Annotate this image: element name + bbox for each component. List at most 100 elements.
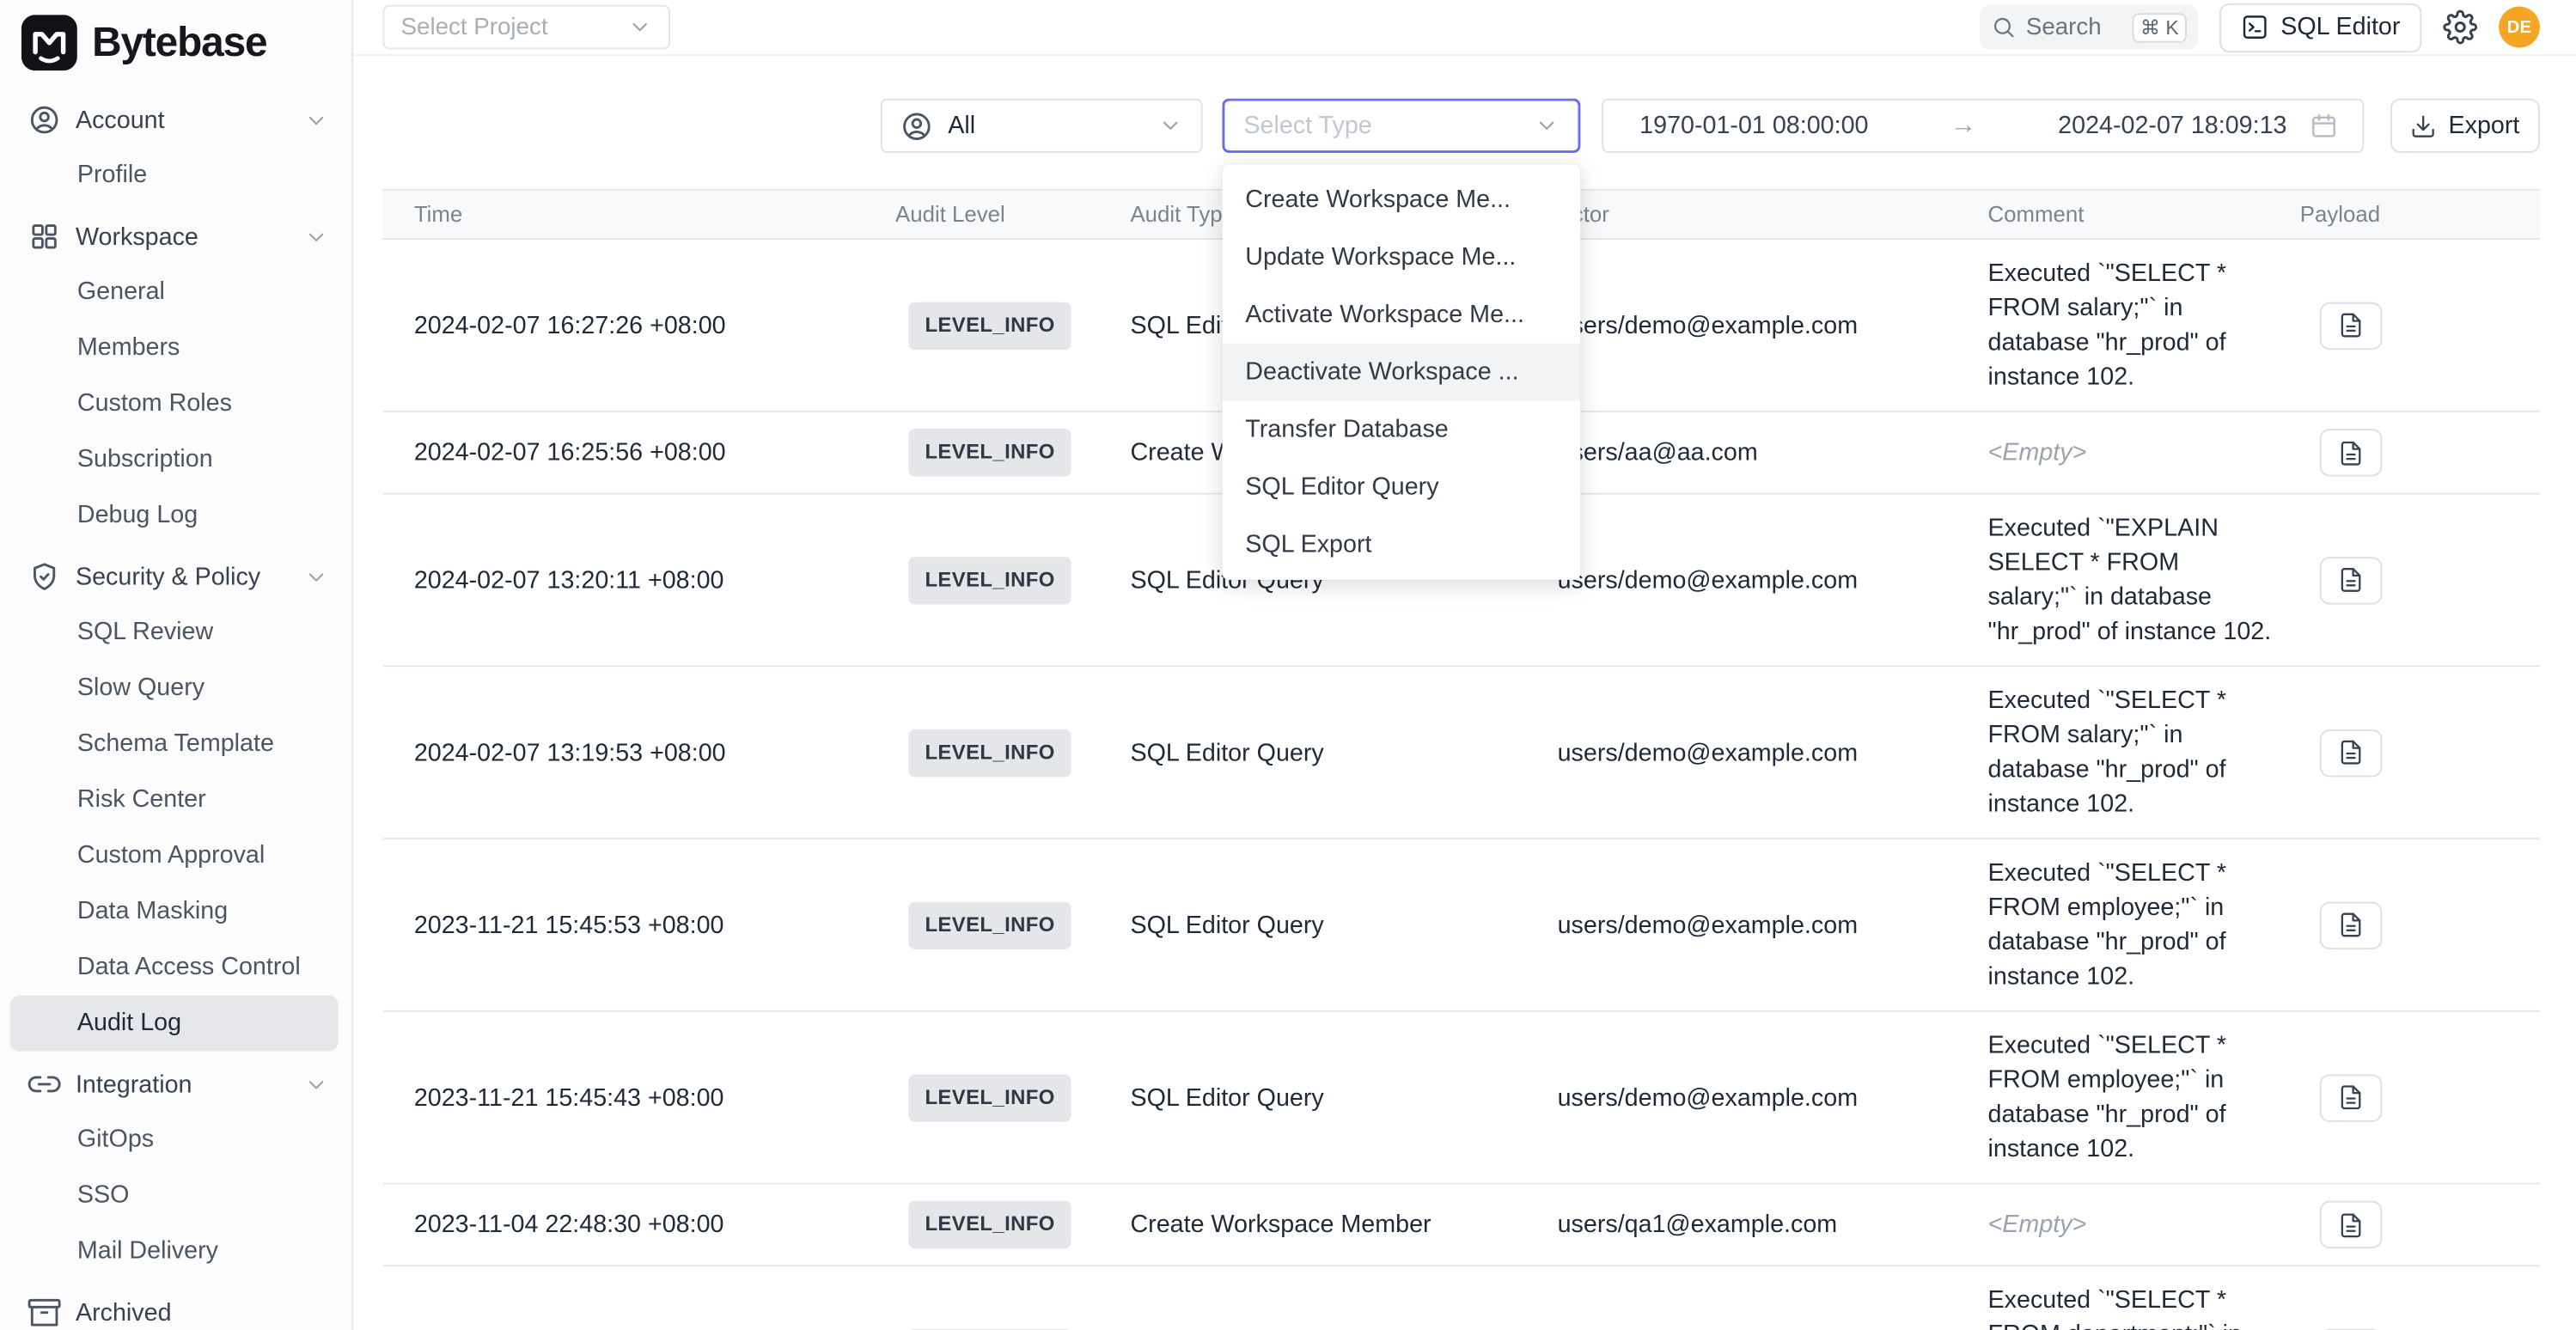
sidebar-item-members[interactable]: Members xyxy=(9,320,338,376)
sidebar-item-data-masking[interactable]: Data Masking xyxy=(9,884,338,940)
user-circle-icon xyxy=(28,103,61,136)
user-circle-icon xyxy=(900,109,933,142)
row-actor: users/demo@example.com xyxy=(1558,719,1988,786)
payload-button[interactable] xyxy=(2320,556,2383,603)
chevron-down-icon xyxy=(304,1072,329,1097)
sidebar-item-custom-approval[interactable]: Custom Approval xyxy=(9,828,338,884)
sidebar-item-debug-log[interactable]: Debug Log xyxy=(9,488,338,544)
payload-button[interactable] xyxy=(2320,901,2383,949)
search-input[interactable]: Search ⌘ K xyxy=(1980,5,2198,50)
actor-filter-value: All xyxy=(948,112,1158,140)
sidebar-section-workspace[interactable]: Workspace xyxy=(0,209,351,265)
arrow-right-icon: → xyxy=(1950,111,1977,140)
row-payload xyxy=(2300,540,2540,620)
row-time: 2024-02-07 13:19:53 +08:00 xyxy=(414,719,895,786)
type-option-deactivate-workspace[interactable]: Deactivate Workspace ... xyxy=(1223,344,1581,401)
sidebar-section-integration[interactable]: Integration xyxy=(0,1056,351,1112)
sidebar-section-archived[interactable]: Archived xyxy=(0,1284,351,1330)
file-text-icon xyxy=(2338,1211,2365,1238)
sidebar-item-slow-query[interactable]: Slow Query xyxy=(9,661,338,717)
sql-editor-button[interactable]: SQL Editor xyxy=(2219,3,2421,52)
search-placeholder: Search xyxy=(2026,14,2122,40)
row-audit-level: LEVEL_INFO xyxy=(895,412,1130,493)
type-option-create-workspace-me[interactable]: Create Workspace Me... xyxy=(1223,171,1581,229)
sidebar-item-schema-template[interactable]: Schema Template xyxy=(9,717,338,772)
type-dropdown-menu: Create Workspace Me...Update Workspace M… xyxy=(1223,164,1581,580)
type-option-update-workspace-me[interactable]: Update Workspace Me... xyxy=(1223,229,1581,286)
settings-button[interactable] xyxy=(2443,9,2477,44)
sidebar-item-data-access-control[interactable]: Data Access Control xyxy=(9,940,338,996)
audit-level-badge: LEVEL_INFO xyxy=(908,1201,1071,1248)
row-time: 2023-11-04 21:26:24 +08:00 xyxy=(414,1318,895,1330)
row-comment: <Empty> xyxy=(1988,1191,2300,1258)
download-icon xyxy=(2411,113,2438,139)
date-from-value: 1970-01-01 08:00:00 xyxy=(1639,112,1868,140)
actor-filter-select[interactable]: All xyxy=(881,99,1203,153)
column-header-comment: Comment xyxy=(1988,202,2300,227)
type-option-sql-export[interactable]: SQL Export xyxy=(1223,516,1581,573)
payload-button[interactable] xyxy=(2320,729,2383,776)
row-actor: users/demo@example.com xyxy=(1558,546,1988,613)
type-option-sql-editor-query[interactable]: SQL Editor Query xyxy=(1223,458,1581,516)
row-comment: Executed `"SELECT * FROM employee;"` in … xyxy=(1988,839,2300,1010)
column-header-payload: Payload xyxy=(2300,202,2540,227)
sidebar-item-mail-delivery[interactable]: Mail Delivery xyxy=(9,1223,338,1279)
date-to-value: 2024-02-07 18:09:13 xyxy=(2058,112,2286,140)
sidebar-item-general[interactable]: General xyxy=(9,265,338,320)
row-actor: users/demo@example.com xyxy=(1558,1318,1988,1330)
payload-button[interactable] xyxy=(2320,1201,2383,1248)
row-comment: Executed `"SELECT * FROM department;"` i… xyxy=(1988,1266,2300,1330)
row-audit-type: Create Workspace Member xyxy=(1130,1191,1557,1258)
type-option-transfer-database[interactable]: Transfer Database xyxy=(1223,401,1581,459)
file-text-icon xyxy=(2338,439,2365,466)
link-icon xyxy=(28,1068,61,1101)
export-button[interactable]: Export xyxy=(2390,99,2540,153)
table-row: 2023-11-04 21:26:24 +08:00LEVEL_INFOSQL … xyxy=(382,1266,2539,1330)
project-select[interactable]: Select Project xyxy=(382,5,670,50)
chevron-down-icon xyxy=(304,564,329,589)
sidebar-section-account[interactable]: Account xyxy=(0,92,351,148)
row-time: 2024-02-07 13:20:11 +08:00 xyxy=(414,546,895,613)
sidebar-item-custom-roles[interactable]: Custom Roles xyxy=(9,376,338,432)
shield-icon xyxy=(28,560,61,593)
row-time: 2024-02-07 16:25:56 +08:00 xyxy=(414,419,895,486)
type-option-activate-workspace-me[interactable]: Activate Workspace Me... xyxy=(1223,286,1581,344)
row-audit-level: LEVEL_INFO xyxy=(895,712,1130,793)
sidebar-section-security-policy[interactable]: Security & Policy xyxy=(0,549,351,605)
file-text-icon xyxy=(2338,1084,2365,1111)
row-audit-level: LEVEL_INFO xyxy=(895,540,1130,620)
table-row: 2024-02-07 13:19:53 +08:00LEVEL_INFOSQL … xyxy=(382,667,2539,839)
row-payload xyxy=(2300,1185,2540,1266)
row-actor: users/demo@example.com xyxy=(1558,1064,1988,1131)
row-audit-type: SQL Editor Query xyxy=(1130,1064,1557,1131)
payload-button[interactable] xyxy=(2320,429,2383,476)
payload-button[interactable] xyxy=(2320,302,2383,349)
row-audit-level: LEVEL_INFO xyxy=(895,1185,1130,1266)
date-range-picker[interactable]: 1970-01-01 08:00:00 → 2024-02-07 18:09:1… xyxy=(1602,99,2364,153)
row-time: 2023-11-21 15:45:43 +08:00 xyxy=(414,1064,895,1131)
row-audit-type: SQL Editor Query xyxy=(1130,891,1557,958)
sidebar: Bytebase AccountProfileWorkspaceGeneralM… xyxy=(0,0,353,1330)
row-actor: users/aa@aa.com xyxy=(1558,419,1988,486)
file-text-icon xyxy=(2338,312,2365,339)
sidebar-item-audit-log[interactable]: Audit Log xyxy=(9,996,338,1052)
column-header-actor: Actor xyxy=(1558,202,1988,227)
sidebar-item-sql-review[interactable]: SQL Review xyxy=(9,605,338,661)
payload-button[interactable] xyxy=(2320,1073,2383,1120)
row-comment: Executed `"SELECT * FROM salary;"` in da… xyxy=(1988,667,2300,838)
sidebar-item-risk-center[interactable]: Risk Center xyxy=(9,772,338,828)
sidebar-item-gitops[interactable]: GitOps xyxy=(9,1112,338,1168)
sql-editor-label: SQL Editor xyxy=(2280,13,2400,41)
avatar[interactable]: DE xyxy=(2499,7,2540,48)
brand-logo[interactable]: Bytebase xyxy=(0,0,351,81)
chevron-down-icon xyxy=(304,224,329,249)
sidebar-section-label: Archived xyxy=(76,1298,328,1327)
sidebar-item-sso[interactable]: SSO xyxy=(9,1168,338,1223)
sidebar-item-subscription[interactable]: Subscription xyxy=(9,432,338,488)
search-icon xyxy=(1992,15,2017,40)
row-comment: Executed `"SELECT * FROM salary;"` in da… xyxy=(1988,240,2300,411)
row-time: 2023-11-04 22:48:30 +08:00 xyxy=(414,1191,895,1258)
project-select-label: Select Project xyxy=(401,14,548,40)
type-filter-select[interactable]: Select Type xyxy=(1223,99,1581,153)
sidebar-item-profile[interactable]: Profile xyxy=(9,148,338,204)
